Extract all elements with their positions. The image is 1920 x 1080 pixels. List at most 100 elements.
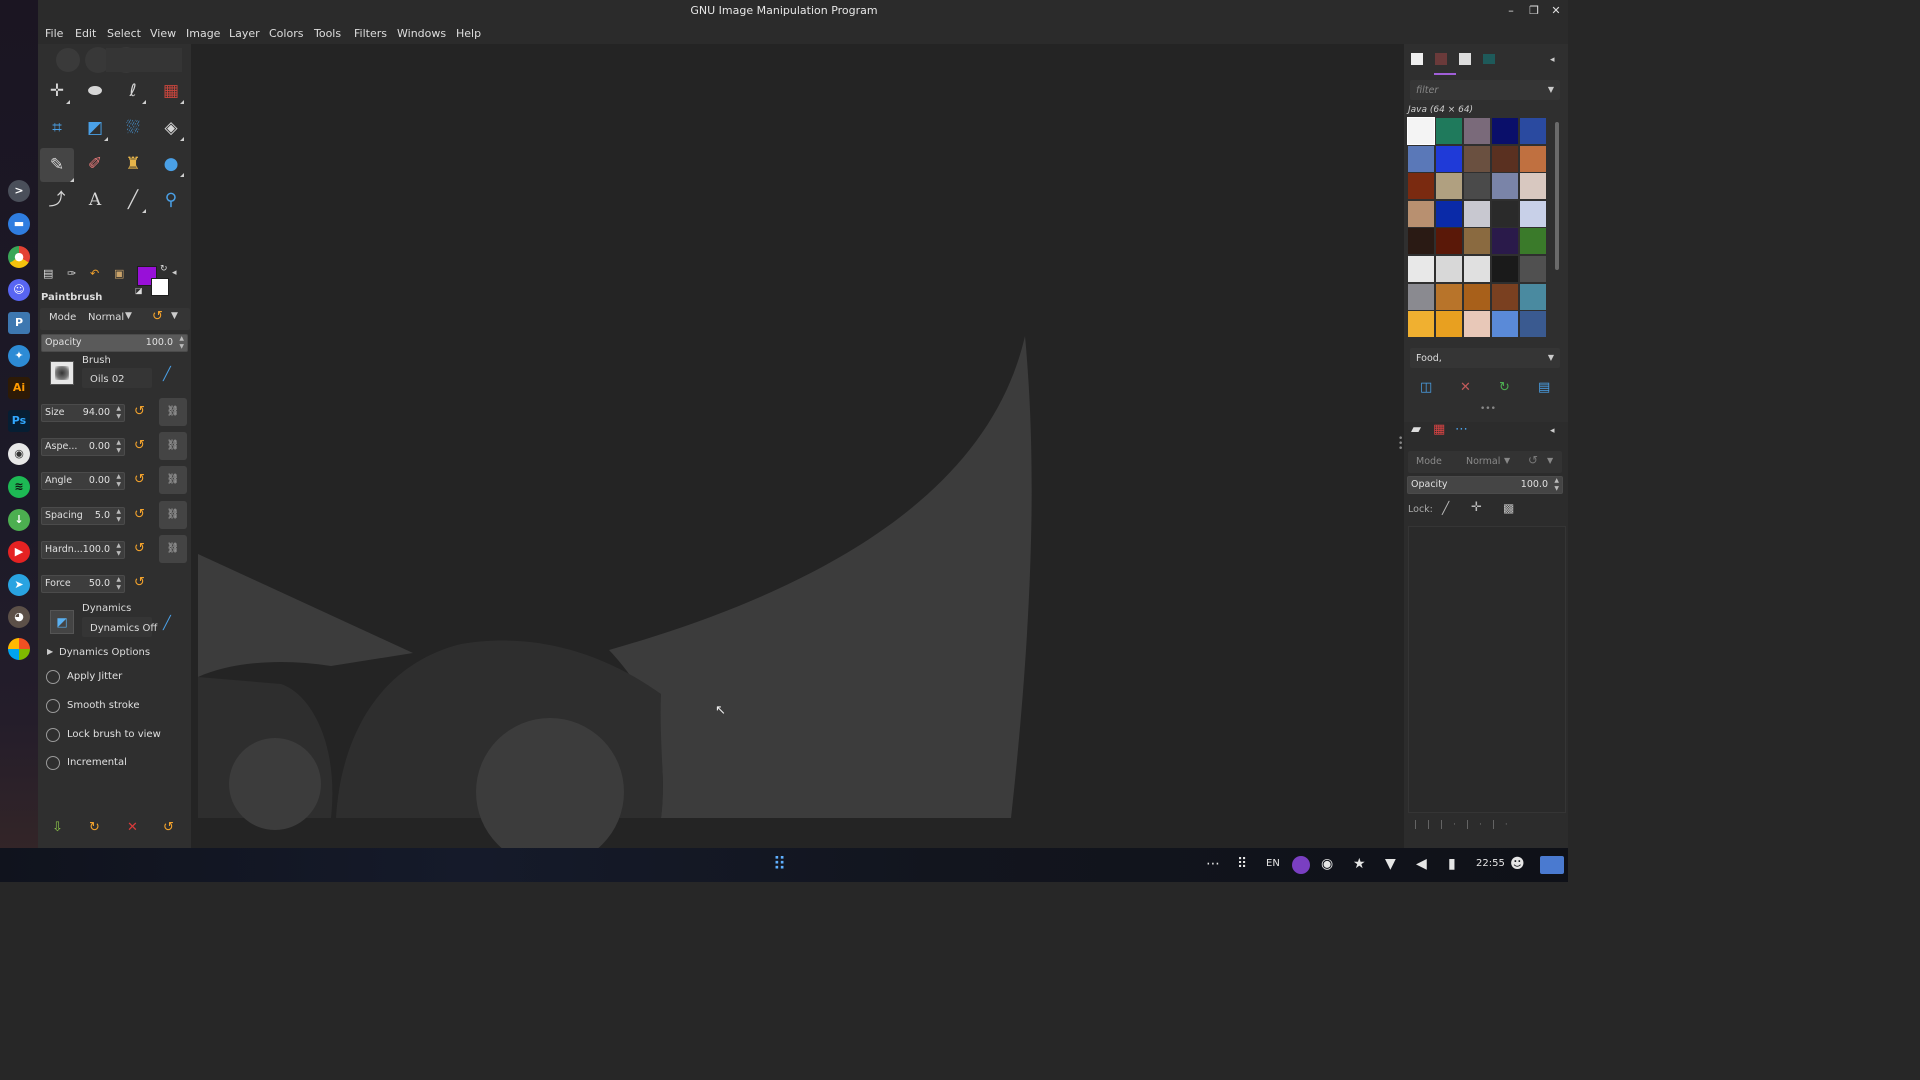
pinwheel-app-icon[interactable] bbox=[8, 638, 30, 660]
device-status-tab-icon[interactable]: ✑ bbox=[67, 267, 76, 280]
panel-grip-icon[interactable]: ••• bbox=[1480, 404, 1496, 414]
size-reset-icon[interactable]: ↺ bbox=[134, 404, 145, 419]
app-grid-icon[interactable]: ⠿ bbox=[773, 854, 786, 875]
background-color-swatch[interactable] bbox=[151, 278, 169, 296]
user-icon[interactable]: ☻ bbox=[1510, 856, 1525, 872]
pattern-swatch[interactable] bbox=[1492, 145, 1518, 172]
python-icon[interactable]: P bbox=[8, 312, 30, 334]
favorites-star-icon[interactable]: ★ bbox=[1353, 856, 1366, 872]
terminal-icon[interactable]: > bbox=[8, 180, 30, 202]
menu-colors[interactable]: Colors bbox=[269, 27, 303, 40]
edit-dynamics-icon[interactable]: ╱ bbox=[163, 616, 171, 631]
menu-layer[interactable]: Layer bbox=[229, 27, 260, 40]
open-pattern-icon[interactable]: ▤ bbox=[1538, 380, 1550, 395]
mode-reset-icon[interactable]: ↺ bbox=[152, 309, 163, 324]
layers-tab-icon[interactable]: ▰ bbox=[1411, 422, 1421, 437]
size-link-icon[interactable]: ⛓ bbox=[159, 398, 187, 426]
pattern-swatch[interactable] bbox=[1408, 256, 1434, 282]
configure-tab-icon[interactable]: ◂ bbox=[172, 268, 177, 278]
eraser-icon[interactable]: ✐ bbox=[82, 151, 108, 177]
pattern-swatch[interactable] bbox=[1492, 228, 1518, 255]
bucket-fill-icon[interactable]: ◈ bbox=[158, 115, 184, 141]
lock-alpha-icon[interactable]: ▩ bbox=[1503, 501, 1514, 515]
crop-tool-icon[interactable]: ⌗ bbox=[44, 115, 70, 141]
network-icon[interactable]: ✦ bbox=[8, 345, 30, 367]
chevron-down-icon[interactable]: ▼ bbox=[1548, 353, 1554, 362]
opacity-slider[interactable]: Opacity 100.0 ▲ ▼ bbox=[41, 334, 188, 352]
pattern-swatch[interactable] bbox=[1520, 256, 1546, 282]
volume-icon[interactable]: ◀ bbox=[1416, 856, 1427, 872]
pattern-swatch[interactable] bbox=[1520, 200, 1546, 227]
text-tool-icon[interactable]: A bbox=[82, 187, 108, 213]
save-preset-icon[interactable]: ⇩ bbox=[52, 820, 63, 835]
pattern-swatch[interactable] bbox=[1408, 200, 1434, 227]
pattern-tag-dropdown[interactable]: Food, ▼ bbox=[1410, 348, 1560, 368]
delete-pattern-icon[interactable]: ✕ bbox=[1460, 380, 1471, 395]
youtube-music-icon[interactable]: ▶ bbox=[8, 541, 30, 563]
incremental-checkbox[interactable] bbox=[46, 756, 60, 770]
reset-options-icon[interactable]: ↺ bbox=[163, 820, 174, 835]
zoom-tool-icon[interactable]: ⚲ bbox=[158, 187, 184, 213]
menu-image[interactable]: Image bbox=[186, 27, 220, 40]
angle-link-icon[interactable]: ⛓ bbox=[159, 466, 187, 494]
wifi-icon[interactable]: ▼ bbox=[1385, 856, 1396, 872]
clone-stamp-icon[interactable]: ♜ bbox=[120, 151, 146, 177]
delete-preset-icon[interactable]: ✕ bbox=[127, 820, 138, 835]
hardness-reset-icon[interactable]: ↺ bbox=[134, 541, 145, 556]
dynamics-preview-icon[interactable]: ◩ bbox=[50, 610, 74, 634]
pattern-swatch[interactable] bbox=[1464, 200, 1490, 227]
lock-pixels-icon[interactable]: ╱ bbox=[1442, 501, 1449, 515]
pattern-swatch[interactable] bbox=[1436, 228, 1462, 255]
spacing-link-icon[interactable]: ⛓ bbox=[159, 501, 187, 529]
hardness-link-icon[interactable]: ⛓ bbox=[159, 535, 187, 563]
image-canvas[interactable]: ↖ bbox=[191, 44, 1404, 848]
menu-windows[interactable]: Windows bbox=[397, 27, 446, 40]
blur-drop-icon[interactable]: ● bbox=[158, 151, 184, 177]
move-tool-icon[interactable]: ✛ bbox=[44, 78, 70, 104]
tool-options-tab-icon[interactable]: ▤ bbox=[43, 267, 53, 280]
hardness-stepper-icon[interactable]: ▲ ▼ bbox=[116, 542, 121, 558]
pattern-swatch[interactable] bbox=[1464, 118, 1490, 144]
menu-select[interactable]: Select bbox=[107, 27, 141, 40]
show-desktop-icon[interactable] bbox=[1540, 856, 1564, 874]
default-colors-icon[interactable]: ◪ bbox=[135, 286, 143, 295]
pattern-swatch[interactable] bbox=[1492, 200, 1518, 227]
lock-position-icon[interactable]: ✛ bbox=[1471, 500, 1482, 515]
pattern-swatch[interactable] bbox=[1520, 228, 1546, 255]
gimp-icon[interactable]: ◕ bbox=[8, 606, 30, 628]
pattern-swatch[interactable] bbox=[1408, 283, 1434, 310]
pattern-swatch[interactable] bbox=[1464, 256, 1490, 282]
expander-arrow-icon[interactable]: ▶ bbox=[47, 647, 53, 656]
nvidia-icon[interactable]: ◉ bbox=[1321, 856, 1333, 872]
swap-colors-icon[interactable]: ↻ bbox=[160, 264, 168, 274]
spotify-icon[interactable]: ≋ bbox=[8, 476, 30, 498]
channels-tab-icon[interactable]: ▦ bbox=[1433, 422, 1445, 437]
free-select-icon[interactable]: ℓ bbox=[120, 78, 146, 104]
pattern-swatch[interactable] bbox=[1408, 311, 1434, 338]
pattern-swatch[interactable] bbox=[1464, 228, 1490, 255]
dynamics-options-expander[interactable]: Dynamics Options bbox=[59, 647, 150, 658]
configure-panel-icon[interactable]: ◂ bbox=[1550, 55, 1555, 65]
pattern-swatch[interactable] bbox=[1520, 118, 1546, 144]
new-pattern-icon[interactable]: ◫ bbox=[1420, 380, 1432, 395]
battery-icon[interactable]: ▮ bbox=[1448, 856, 1456, 872]
clock[interactable]: 22:55 bbox=[1476, 858, 1505, 869]
pattern-swatch[interactable] bbox=[1520, 311, 1546, 338]
spacing-stepper-icon[interactable]: ▲ ▼ bbox=[116, 508, 121, 524]
pattern-swatch[interactable] bbox=[1492, 173, 1518, 200]
layers-list[interactable] bbox=[1408, 526, 1566, 813]
layer-opacity-stepper-icon[interactable]: ▲ ▼ bbox=[1554, 477, 1559, 493]
paintbrush-tool-icon[interactable]: ✎ bbox=[40, 148, 74, 182]
layer-mode-dropdown[interactable]: Normal bbox=[1466, 456, 1500, 467]
pattern-swatch[interactable] bbox=[1436, 118, 1462, 144]
gradients-tab-icon[interactable] bbox=[1483, 54, 1495, 64]
pattern-swatch[interactable] bbox=[1492, 256, 1518, 282]
fonts-tab-icon[interactable] bbox=[1459, 53, 1471, 65]
pattern-swatch[interactable] bbox=[1520, 145, 1546, 172]
obs-icon[interactable]: ◉ bbox=[8, 443, 30, 465]
minimize-button[interactable]: – bbox=[1504, 4, 1518, 18]
telegram-icon[interactable]: ➤ bbox=[8, 574, 30, 596]
side-grip-icon[interactable]: • • • bbox=[1398, 435, 1403, 454]
edit-brush-icon[interactable]: ╱ bbox=[163, 367, 171, 382]
brushes-tab-icon[interactable] bbox=[1411, 53, 1423, 65]
